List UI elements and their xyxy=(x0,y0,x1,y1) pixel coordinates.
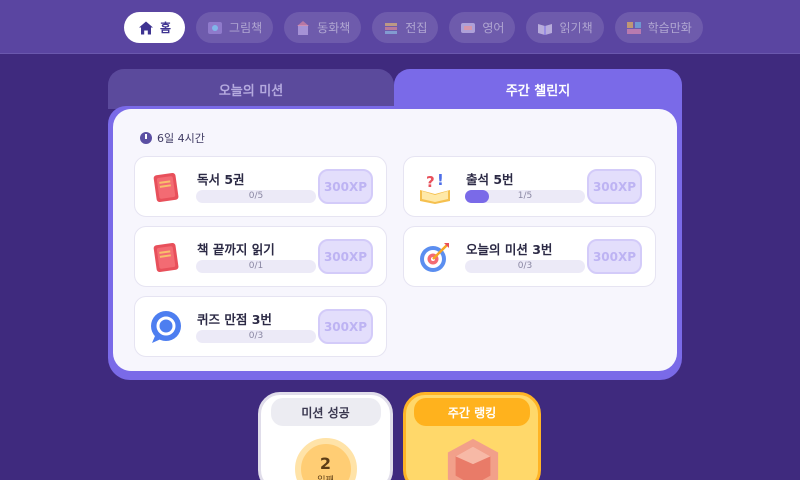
remaining-time: 6일 4시간 xyxy=(140,130,205,146)
mission-progress-count: 0/3 xyxy=(248,331,264,341)
nav-item-label: 동화책 xyxy=(317,21,351,35)
tab-weekly-challenge[interactable]: 주간 챌린지 xyxy=(394,69,682,109)
reading-book-icon xyxy=(538,23,553,35)
weekly-ranking-card[interactable]: 주간 랭킹 xyxy=(403,392,541,480)
nav-item-label: 영어 xyxy=(482,21,505,35)
nav-menu: 홈 그림책 동화책 전집 영어 읽기책 학습만화 xyxy=(124,12,703,43)
success-streak-medal: 2 일째 xyxy=(294,438,357,480)
challenge-card: 오늘의 미션 주간 챌린지 6일 4시간 독서 5권 0/5 300XP ? !… xyxy=(108,69,682,380)
mission-success-label: 미션 성공 xyxy=(301,405,350,420)
nav-item-label: 학습만화 xyxy=(647,21,692,35)
nav-item-storybook[interactable]: 동화책 xyxy=(284,12,362,43)
weekly-challenge-panel: 6일 4시간 독서 5권 0/5 300XP ? ! 출석 5번 1/5 300… xyxy=(108,106,682,380)
nav-item-collection[interactable]: 전집 xyxy=(372,12,439,43)
mission-progress-count: 0/3 xyxy=(517,261,533,271)
xp-reward-button[interactable]: 300XP xyxy=(318,169,373,204)
weekly-ranking-label: 주간 랭킹 xyxy=(447,405,497,420)
nav-item-label: 홈 xyxy=(160,21,172,35)
mission-list: 6일 4시간 독서 5권 0/5 300XP ? ! 출석 5번 1/5 300… xyxy=(113,109,677,371)
english-icon xyxy=(461,22,476,33)
xp-reward-label: 300XP xyxy=(323,179,368,194)
mission-item: 오늘의 미션 3번 0/3 300XP xyxy=(403,226,656,287)
mission-success-header: 미션 성공 xyxy=(270,398,381,426)
tab-label: 주간 챌린지 xyxy=(505,83,571,99)
mission-title: 독서 5권 xyxy=(197,172,245,187)
xp-reward-button[interactable]: 300XP xyxy=(587,169,642,204)
nav-item-label: 전집 xyxy=(405,21,428,35)
mission-progress-count: 1/5 xyxy=(517,191,533,201)
mission-success-card[interactable]: 미션 성공 2 일째 xyxy=(258,392,393,480)
book-collection-icon xyxy=(385,22,398,34)
mission-title: 오늘의 미션 3번 xyxy=(466,242,553,257)
nav-item-home[interactable]: 홈 xyxy=(124,12,186,43)
mission-progress-bar: 0/3 xyxy=(196,330,316,343)
xp-reward-label: 300XP xyxy=(323,319,368,334)
mission-progress-bar: 0/1 xyxy=(196,260,316,273)
ranking-gem-icon xyxy=(447,438,499,480)
xp-reward-label: 300XP xyxy=(592,179,637,194)
mission-item: ? ! 출석 5번 1/5 300XP xyxy=(403,156,656,217)
attendance-book-icon: ? ! xyxy=(420,171,450,204)
picture-book-icon xyxy=(208,21,223,34)
mission-progress-bar: 0/5 xyxy=(196,190,316,203)
quiz-bubble-icon xyxy=(151,311,181,343)
xp-reward-label: 300XP xyxy=(323,249,368,264)
nav-item-label: 그림책 xyxy=(229,21,263,35)
mission-item: 독서 5권 0/5 300XP xyxy=(134,156,387,217)
weekly-ranking-header: 주간 랭킹 xyxy=(414,398,530,426)
xp-reward-button[interactable]: 300XP xyxy=(587,239,642,274)
remaining-time-text: 6일 4시간 xyxy=(157,132,205,145)
svg-text:!: ! xyxy=(437,171,444,189)
xp-reward-label: 300XP xyxy=(592,249,637,264)
nav-item-picture-book[interactable]: 그림책 xyxy=(196,12,274,43)
nav-item-reading-book[interactable]: 읽기책 xyxy=(526,12,604,43)
mission-title: 책 끝까지 읽기 xyxy=(197,242,275,257)
tab-label: 오늘의 미션 xyxy=(218,83,284,99)
learning-comic-icon xyxy=(626,21,641,34)
mission-progress-count: 0/5 xyxy=(248,191,264,201)
mission-title: 퀴즈 만점 3번 xyxy=(197,312,272,327)
home-icon xyxy=(139,21,153,34)
success-streak-count: 2 xyxy=(319,454,332,473)
mission-title: 출석 5번 xyxy=(466,172,514,187)
mission-item: 퀴즈 만점 3번 0/3 300XP xyxy=(134,296,387,357)
top-navigation-bar: 홈 그림책 동화책 전집 영어 읽기책 학습만화 xyxy=(0,0,800,54)
success-streak-unit: 일째 xyxy=(317,473,334,480)
mission-progress-bar: 1/5 xyxy=(465,190,585,203)
red-book-icon xyxy=(153,172,179,203)
mission-item: 책 끝까지 읽기 0/1 300XP xyxy=(134,226,387,287)
xp-reward-button[interactable]: 300XP xyxy=(318,309,373,344)
svg-text:?: ? xyxy=(426,173,435,191)
nav-item-english[interactable]: 영어 xyxy=(449,12,516,43)
nav-item-learning-comic[interactable]: 학습만화 xyxy=(614,12,703,43)
nav-item-label: 읽기책 xyxy=(559,21,593,35)
xp-reward-button[interactable]: 300XP xyxy=(318,239,373,274)
storybook-icon xyxy=(297,20,310,35)
target-icon xyxy=(420,243,449,272)
mission-progress-bar: 0/3 xyxy=(465,260,585,273)
clock-icon xyxy=(140,132,152,144)
red-book-icon xyxy=(153,242,179,273)
tab-today-mission[interactable]: 오늘의 미션 xyxy=(108,69,394,109)
mission-progress-count: 0/1 xyxy=(248,261,264,271)
